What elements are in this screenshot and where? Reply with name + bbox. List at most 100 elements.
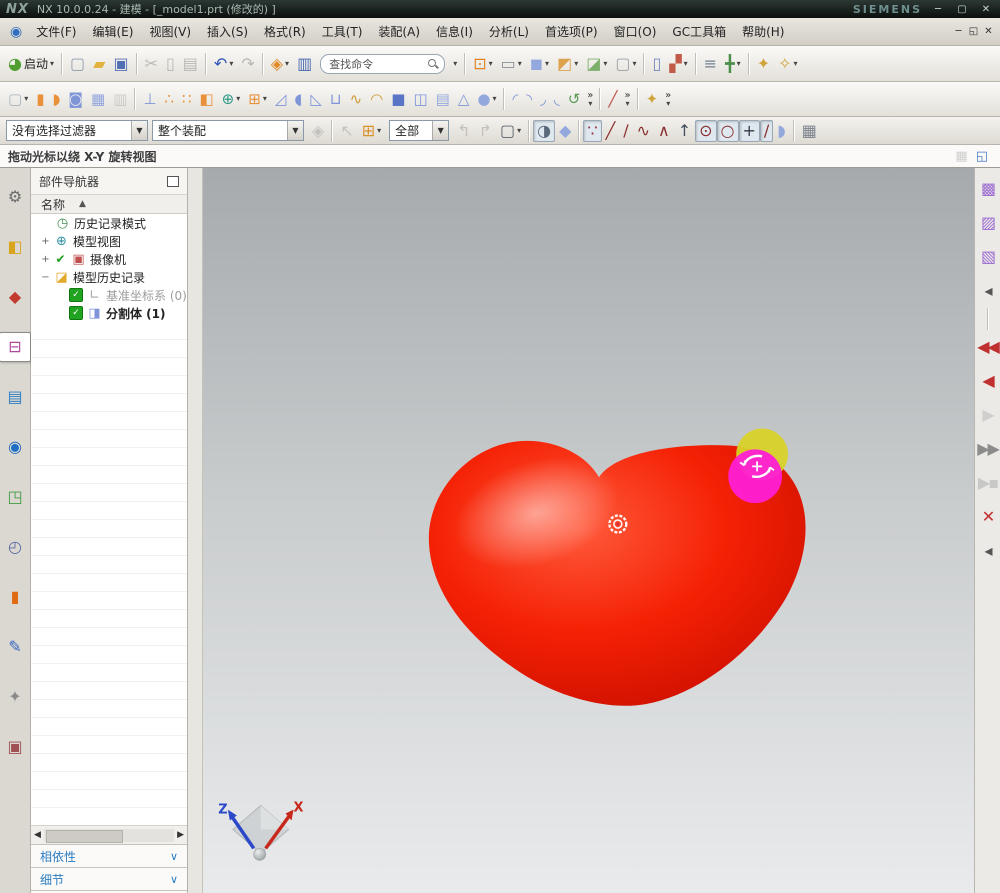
visibility-button[interactable]: ◪▾ <box>582 53 611 75</box>
revolve-button[interactable]: ◗ <box>48 89 64 110</box>
find-command-input[interactable] <box>327 56 427 71</box>
extrude-button[interactable]: ▮ <box>32 89 48 110</box>
snap-arc-center-button[interactable]: ⊙ <box>695 120 716 142</box>
menu-help[interactable]: 帮助(H) <box>734 22 792 42</box>
cue-line-button[interactable]: ▦ <box>951 147 971 166</box>
window-close-button[interactable]: ✕ <box>978 4 994 15</box>
display-part-button[interactable]: ◈▾ <box>267 53 293 75</box>
shaded-cube-button[interactable]: ◆ <box>555 120 575 142</box>
window-maximize-button[interactable]: ▢ <box>954 4 970 15</box>
select-touch-button[interactable]: ↖ <box>336 120 357 142</box>
step-forward-button[interactable]: ▶ <box>973 402 1000 428</box>
graphics-viewport[interactable]: Z X <box>203 168 974 893</box>
play-to-end-button[interactable]: ▶▪ <box>973 470 1000 496</box>
paste-button[interactable]: ▤ <box>179 53 202 75</box>
panel-splitter[interactable] <box>188 168 203 893</box>
tree-row-model-history[interactable]: − ◪ 模型历史记录 <box>31 268 187 286</box>
datum-key-button[interactable]: ✦ <box>642 89 663 110</box>
details-section-header[interactable]: 细节 ∨ <box>31 867 187 890</box>
select-parent-button[interactable]: ↰ <box>453 120 474 142</box>
manufacturing-wizard-tab[interactable]: ✎ <box>0 632 31 662</box>
fast-forward-button[interactable]: ▶▶ <box>973 436 1000 462</box>
split-window-button-dropdown[interactable]: ▾ <box>684 60 688 68</box>
through-curves-button[interactable]: ◜ <box>508 89 522 110</box>
datum-plane-button[interactable]: ⊥ <box>139 89 160 110</box>
select-child-button[interactable]: ↱ <box>475 120 496 142</box>
reuse-library-tab[interactable]: ▤ <box>0 382 31 412</box>
swept-button[interactable]: ◠ <box>366 89 387 110</box>
scrollbar-thumb[interactable] <box>46 830 123 843</box>
emboss-button[interactable]: ∴ <box>160 89 178 110</box>
layer-settings-button[interactable]: ≡ <box>700 53 721 75</box>
step-back-button[interactable]: ◀ <box>973 368 1000 394</box>
display-mode-button-dropdown[interactable]: ▾ <box>518 60 522 68</box>
split-body-checkbox[interactable]: ✓ <box>69 306 83 320</box>
shaded-view-button-dropdown[interactable]: ▾ <box>545 60 549 68</box>
trim-body-button[interactable]: ◧ <box>195 89 217 110</box>
tree-row-cameras[interactable]: + ✔ ▣ 摄像机 <box>31 250 187 268</box>
snap-pole-button[interactable]: ∧ <box>654 120 674 142</box>
navigation-gear-button[interactable]: ⚙ <box>0 182 31 212</box>
playback-cube-1-button[interactable]: ▩ <box>973 176 1000 202</box>
sketch-button-dropdown[interactable]: ▾ <box>24 95 28 103</box>
snap-curve-button[interactable]: ∿ <box>633 120 654 142</box>
start-menu-button-dropdown[interactable]: ▾ <box>50 60 54 68</box>
datum-csys-checkbox[interactable]: ✓ <box>69 288 83 302</box>
name-column-header[interactable]: 名称 ▲ <box>31 194 187 214</box>
chamfer-button[interactable]: ◺ <box>306 89 326 110</box>
mdi-restore-button[interactable]: ◱ <box>966 26 981 37</box>
part-navigator-tab[interactable]: ⊟ <box>0 332 31 362</box>
web-browser-tab[interactable]: ◳ <box>0 482 31 512</box>
hd3d-tools-tab[interactable]: ◉ <box>0 432 31 462</box>
surface-group-overflow[interactable]: »▾ <box>584 89 596 109</box>
undo-button-dropdown[interactable]: ▾ <box>229 60 233 68</box>
curve-group-overflow-dropdown[interactable]: ▾ <box>626 100 630 107</box>
redo-button[interactable]: ↷ <box>237 53 258 75</box>
virtual-keyboard-button[interactable]: ▦ <box>798 120 821 142</box>
constraint-navigator-tab[interactable]: ◆ <box>0 282 31 312</box>
mdi-close-button[interactable]: ✕ <box>981 26 996 37</box>
snap-quadrant-button[interactable]: ○ <box>717 120 739 142</box>
through-curve-mesh-button[interactable]: ◝ <box>522 89 536 110</box>
display-part-button-dropdown[interactable]: ▾ <box>285 60 289 68</box>
feature-group-overflow-dropdown[interactable]: ▾ <box>666 100 670 107</box>
menu-format[interactable]: 格式(R) <box>256 22 314 42</box>
sheet-button[interactable]: ◫ <box>409 89 431 110</box>
find-command-dropdown[interactable]: ▾ <box>449 57 461 71</box>
mdi-minimize-button[interactable]: ─ <box>951 26 966 37</box>
selection-scope-combo[interactable]: 整个装配 ▼ <box>152 120 304 141</box>
rectangle-select-button-dropdown[interactable]: ▾ <box>517 127 521 135</box>
tree-row-split-body[interactable]: ✓ ◨ 分割体 (1) <box>31 304 187 322</box>
unite-button-dropdown[interactable]: ▾ <box>263 95 267 103</box>
tree-row-datum-csys[interactable]: ✓ ∟ 基准坐标系 (0) <box>31 286 187 304</box>
draft-button[interactable]: ◿ <box>271 89 291 110</box>
sketch-button[interactable]: ▢▾ <box>4 89 32 110</box>
horizontal-scrollbar[interactable]: ◀ ▶ <box>31 825 187 844</box>
menu-window[interactable]: 窗口(O) <box>606 22 665 42</box>
process-studio-tab[interactable]: ▮ <box>0 582 31 612</box>
rib-button[interactable]: ▥ <box>109 89 131 110</box>
extrude-sheet-button[interactable]: ▤ <box>432 89 454 110</box>
new-file-button[interactable]: ▢ <box>66 53 89 75</box>
selection-scope-dropdown-icon[interactable]: ▼ <box>287 121 303 140</box>
boss-button[interactable]: ▦ <box>87 89 109 110</box>
menu-insert[interactable]: 插入(S) <box>199 22 256 42</box>
fit-view-button[interactable]: ⊡▾ <box>469 53 496 75</box>
menu-view[interactable]: 视图(V) <box>141 22 199 42</box>
expand-icon[interactable]: + <box>41 236 50 247</box>
select-within-button-dropdown[interactable]: ▾ <box>377 127 381 135</box>
selection-filter-dropdown-icon[interactable]: ▼ <box>131 121 147 140</box>
fullscreen-button[interactable]: ◱ <box>972 147 992 166</box>
curve-group-overflow[interactable]: »▾ <box>621 89 633 109</box>
new-window-button[interactable]: ▯ <box>648 53 665 75</box>
snap-endpoint-button[interactable]: ╱ <box>602 120 620 142</box>
menu-information[interactable]: 信息(I) <box>428 22 481 42</box>
panel-float-button[interactable] <box>167 176 179 187</box>
role-button[interactable]: ✧▾ <box>774 53 801 75</box>
scroll-right-icon[interactable]: ▶ <box>177 830 184 840</box>
dependencies-section-header[interactable]: 相依性 ∨ <box>31 844 187 867</box>
snap-point-on-curve-button[interactable]: / <box>760 120 773 142</box>
menu-assemblies[interactable]: 装配(A) <box>370 22 428 42</box>
boolean-button-dropdown[interactable]: ▾ <box>236 95 240 103</box>
hole-button[interactable]: ◙ <box>64 89 87 110</box>
